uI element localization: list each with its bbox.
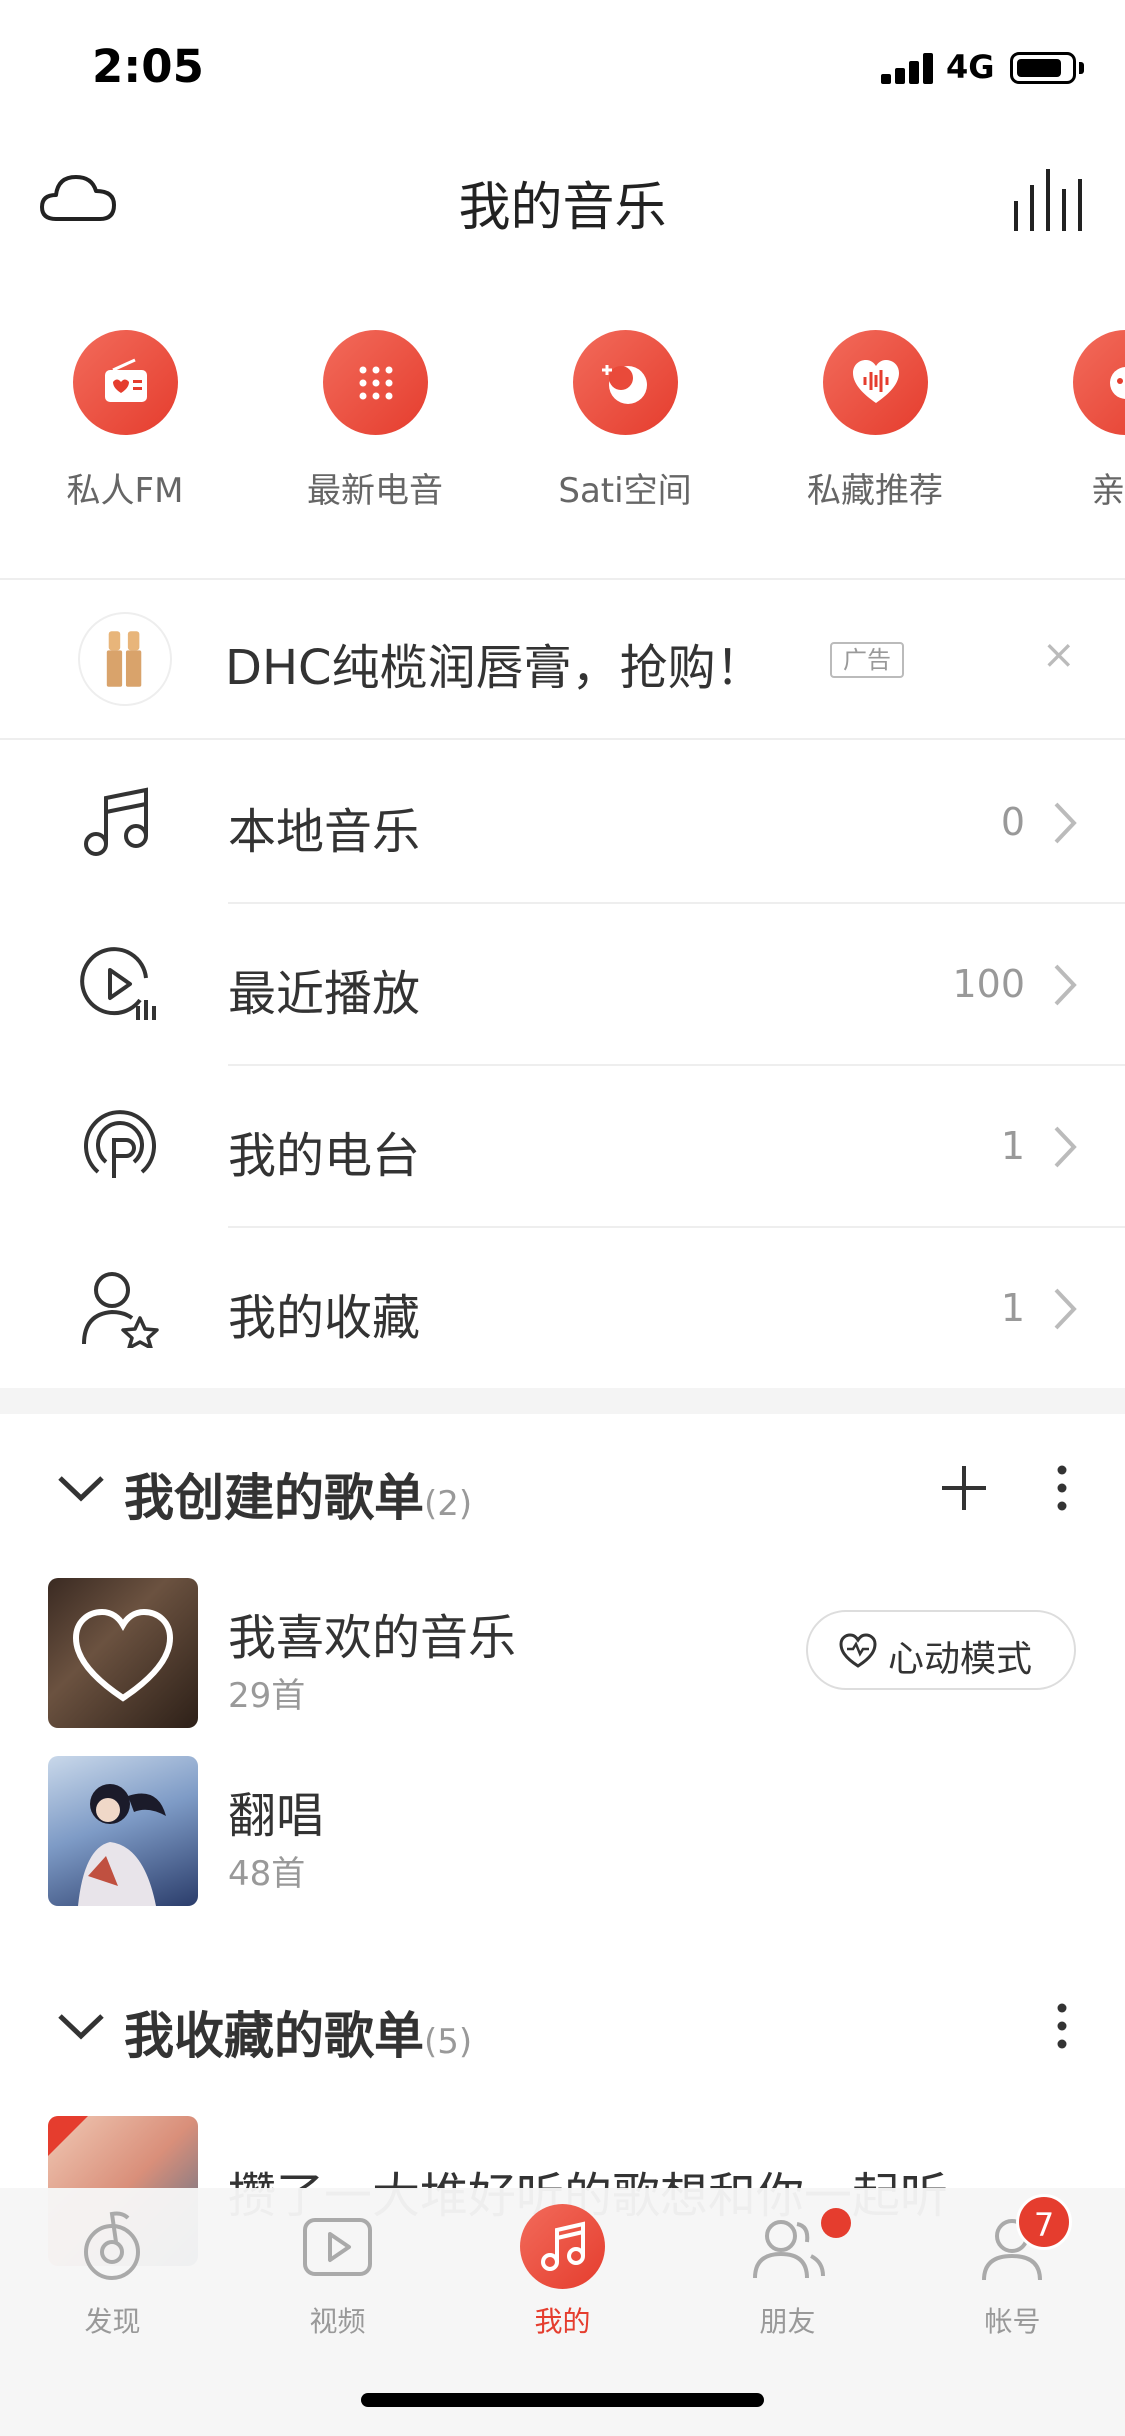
battery-tip [1079, 62, 1084, 74]
page: 2:05 4G 我的音乐 私人FM 最新电音 Sati空间 私藏推荐 亲 DHC… [0, 0, 1125, 2436]
row-count: 1 [1000, 1124, 1025, 1168]
account-badge: 7 [1016, 2194, 1072, 2250]
quick-item-kids[interactable]: 亲子 [1025, 330, 1125, 512]
section-title: 我收藏的歌单(5) [124, 2007, 473, 2065]
tab-account[interactable]: 7 帐号 [900, 2188, 1125, 2388]
heart-mode-button[interactable]: 心动模式 [806, 1610, 1076, 1690]
friends-icon [753, 2220, 825, 2279]
row-count: 0 [1000, 800, 1025, 844]
ad-text: DHC纯榄润唇膏，抢购！ [225, 640, 764, 696]
row-my-collection[interactable]: 我的收藏 1 [0, 1228, 1125, 1390]
playlist-item[interactable]: 翻唱 48首 [0, 1756, 1125, 1916]
chevron-down-icon[interactable] [56, 2006, 106, 2046]
ad-thumbnail [78, 612, 172, 706]
ad-badge: 广告 [830, 642, 904, 678]
close-icon[interactable]: × [1042, 632, 1076, 678]
quick-entries: 私人FM 最新电音 Sati空间 私藏推荐 亲 [0, 330, 1125, 540]
more-vertical-icon[interactable] [1052, 2000, 1072, 2052]
recent-play-icon [80, 947, 156, 1020]
battery-icon [1010, 52, 1076, 84]
quick-item-fm[interactable]: 私人FM [25, 330, 225, 512]
chevron-down-icon[interactable] [56, 1468, 106, 1508]
row-label: 我的收藏 [228, 1290, 421, 1346]
section-count: (2) [424, 1484, 473, 1524]
quick-label: 最新电音 [307, 471, 443, 511]
playlist-name: 我喜欢的音乐 [228, 1610, 517, 1666]
created-playlists-header[interactable]: 我创建的歌单(2) [0, 1432, 1125, 1542]
heart-wave-icon [852, 360, 899, 403]
quick-label: 私藏推荐 [807, 471, 943, 511]
playlist-name: 翻唱 [228, 1788, 325, 1844]
tab-discover[interactable]: 发现 [0, 2188, 225, 2388]
page-title: 我的音乐 [458, 178, 667, 238]
row-label: 我的电台 [228, 1128, 421, 1184]
discover-icon [84, 2211, 140, 2280]
notification-dot [821, 2208, 851, 2238]
collected-playlists-header[interactable]: 我收藏的歌单(5) [0, 1970, 1125, 2080]
tab-label: 我的 [534, 2305, 591, 2338]
playlist-item[interactable]: 我喜欢的音乐 29首 心动模式 [0, 1578, 1125, 1738]
nav-bar: 我的音乐 [0, 135, 1125, 265]
playlist-count: 48首 [228, 1854, 306, 1894]
music-note-icon [84, 787, 148, 856]
section-gap [0, 1388, 1125, 1414]
tab-friends[interactable]: 朋友 [675, 2188, 900, 2388]
tab-my-music[interactable]: 我的 [450, 2188, 675, 2388]
heart-icon [72, 1608, 174, 1702]
podcast-icon [84, 1110, 156, 1178]
tab-label: 发现 [84, 2305, 141, 2338]
quick-item-sati[interactable]: Sati空间 [525, 330, 725, 512]
equalizer-icon[interactable] [1010, 165, 1085, 235]
row-label: 最近播放 [228, 966, 421, 1022]
status-bar: 2:05 4G [0, 0, 1125, 135]
quick-item-recommend[interactable]: 私藏推荐 [775, 330, 975, 512]
user-star-icon [82, 1272, 159, 1348]
radio-icon [104, 358, 147, 402]
ad-banner[interactable]: DHC纯榄润唇膏，抢购！ 广告 × [0, 580, 1125, 740]
plus-icon[interactable] [938, 1462, 990, 1514]
moon-icon [601, 365, 647, 404]
playlist-cover [48, 1578, 198, 1728]
chevron-right-icon [1054, 1288, 1077, 1330]
status-time: 2:05 [92, 40, 204, 93]
signal-icon [881, 52, 935, 84]
dots-grid-icon [359, 366, 392, 400]
heart-beat-icon [839, 1633, 877, 1668]
row-local-music[interactable]: 本地音乐 0 [0, 742, 1125, 904]
network-type: 4G [946, 48, 995, 86]
tab-video[interactable]: 视频 [225, 2188, 450, 2388]
quick-label: Sati空间 [558, 471, 692, 511]
tab-label: 朋友 [759, 2305, 816, 2338]
tab-label: 帐号 [984, 2305, 1041, 2338]
divider [0, 738, 1125, 740]
home-indicator [361, 2393, 764, 2407]
my-music-icon [541, 2221, 585, 2271]
section-title: 我创建的歌单(2) [124, 1469, 473, 1527]
section-count: (5) [424, 2022, 473, 2062]
quick-label: 私人FM [66, 471, 184, 511]
chevron-right-icon [1054, 802, 1077, 844]
singer-photo-icon [78, 1784, 166, 1906]
lipstick-icon [106, 631, 142, 687]
tab-label: 视频 [309, 2305, 366, 2338]
more-vertical-icon[interactable] [1052, 1462, 1072, 1514]
row-my-radio[interactable]: 我的电台 1 [0, 1066, 1125, 1228]
quick-item-electronic[interactable]: 最新电音 [275, 330, 475, 512]
chevron-right-icon [1054, 964, 1077, 1006]
quick-label: 亲子 [1091, 471, 1125, 511]
row-count: 1 [1000, 1286, 1025, 1330]
row-label: 本地音乐 [228, 804, 421, 860]
playlist-count: 29首 [228, 1676, 306, 1716]
playlist-cover [48, 1756, 198, 1906]
chevron-right-icon [1054, 1126, 1077, 1168]
row-recent-play[interactable]: 最近播放 100 [0, 904, 1125, 1066]
heart-mode-label: 心动模式 [888, 1639, 1033, 1680]
kids-icon [1109, 367, 1125, 399]
row-count: 100 [952, 962, 1025, 1006]
video-icon [303, 2218, 372, 2276]
